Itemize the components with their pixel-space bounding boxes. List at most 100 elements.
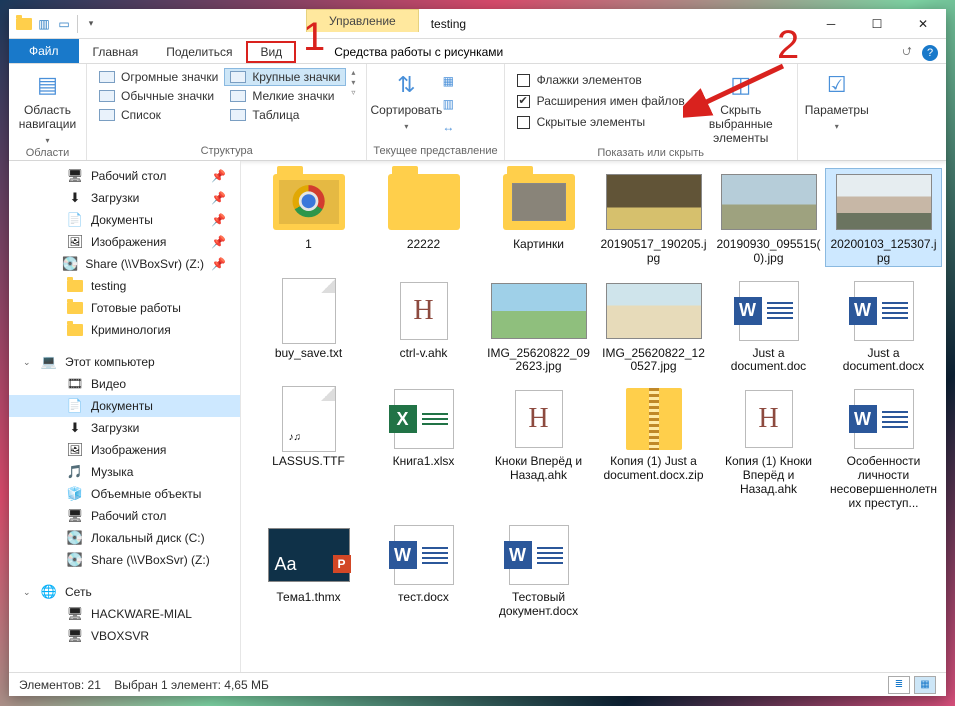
file-name: 20200103_125307.jpg bbox=[826, 238, 941, 266]
file-thumb bbox=[836, 169, 932, 235]
maximize-button[interactable]: ☐ bbox=[854, 9, 900, 38]
pin-icon: 📌 bbox=[211, 191, 234, 205]
ribbon-tabs: Файл Главная Поделиться Вид Средства раб… bbox=[9, 39, 946, 64]
nav-item[interactable]: 💽Share (\\VBoxSvr) (Z:) bbox=[9, 549, 240, 571]
tab-share[interactable]: Поделиться bbox=[152, 41, 246, 63]
file-tile[interactable]: IMG_25620822_120527.jpg bbox=[596, 278, 711, 375]
nav-item[interactable]: 🖼Изображения bbox=[9, 439, 240, 461]
group-label-show: Показать или скрыть bbox=[511, 145, 791, 162]
layout-small[interactable]: Мелкие значки bbox=[224, 87, 346, 105]
file-tile[interactable]: AaPТема1.thmx bbox=[251, 522, 366, 619]
nav-label: Загрузки bbox=[91, 191, 139, 205]
expand-icon[interactable]: ⌄ bbox=[23, 587, 33, 598]
navigation-pane-button[interactable]: ▤ Область навигации ▾ bbox=[15, 66, 80, 145]
layout-table[interactable]: Таблица bbox=[224, 106, 346, 124]
folder-icon[interactable] bbox=[15, 13, 33, 35]
check-file-extensions[interactable]: ✔Расширения имен файлов bbox=[511, 91, 691, 111]
nav-item[interactable]: 🖥Рабочий стол bbox=[9, 505, 240, 527]
navigation-tree[interactable]: 🖥Рабочий стол📌⬇Загрузки📌📄Документы📌🖼Изоб… bbox=[9, 161, 241, 672]
file-tile[interactable]: WТестовый документ.docx bbox=[481, 522, 596, 619]
nav-item[interactable]: Криминология bbox=[9, 319, 240, 341]
file-tile[interactable]: Копия (1) Just a document.docx.zip bbox=[596, 386, 711, 510]
props-icon[interactable]: ▥ bbox=[35, 13, 53, 35]
nav-item[interactable]: 📄Документы bbox=[9, 395, 240, 417]
file-tile[interactable]: IMG_25620822_092623.jpg bbox=[481, 278, 596, 375]
layout-normal[interactable]: Обычные значки bbox=[93, 87, 224, 105]
nav-item[interactable]: 🧊Объемные объекты bbox=[9, 483, 240, 505]
file-tile[interactable]: Картинки bbox=[481, 169, 596, 266]
group-by-icon[interactable]: ▦ bbox=[439, 70, 457, 92]
file-tile[interactable]: 20190930_095515(0).jpg bbox=[711, 169, 826, 266]
layout-huge[interactable]: Огромные значки bbox=[93, 68, 224, 86]
nav-item[interactable]: 💽Share (\\VBoxSvr) (Z:)📌 bbox=[9, 253, 240, 275]
expand-icon[interactable]: ⌄ bbox=[23, 357, 33, 368]
tab-file[interactable]: Файл bbox=[9, 39, 79, 63]
file-thumb: ♪♫ bbox=[261, 386, 357, 452]
close-button[interactable]: ✕ bbox=[900, 9, 946, 38]
nav-label: Загрузки bbox=[91, 421, 139, 435]
nav-item[interactable]: 🖥HACKWARE-MIAL bbox=[9, 603, 240, 625]
file-tile[interactable]: HКноки Вперёд и Назад.ahk bbox=[481, 386, 596, 510]
nav-item[interactable]: 💽Локальный диск (C:) bbox=[9, 527, 240, 549]
nav-item[interactable]: ⬇Загрузки📌 bbox=[9, 187, 240, 209]
file-tile[interactable]: WJust a document.docx bbox=[826, 278, 941, 375]
nav-item[interactable]: 🎞Видео bbox=[9, 373, 240, 395]
file-thumb: W bbox=[721, 278, 817, 344]
contextual-tab[interactable]: Управление bbox=[306, 9, 419, 32]
nav-item[interactable]: 🎵Музыка bbox=[9, 461, 240, 483]
check-hidden-items[interactable]: Скрытые элементы bbox=[511, 112, 691, 132]
file-tile[interactable]: Hctrl-v.ahk bbox=[366, 278, 481, 375]
nav-item[interactable]: ⬇Загрузки bbox=[9, 417, 240, 439]
file-tile[interactable]: 1 bbox=[251, 169, 366, 266]
layout-list[interactable]: Список bbox=[93, 106, 224, 124]
thumbnails-view-button[interactable]: ▦ bbox=[914, 676, 936, 694]
nav-label: Сеть bbox=[65, 585, 92, 599]
file-tile[interactable]: ♪♫LASSUS.TTF bbox=[251, 386, 366, 510]
size-columns-icon[interactable]: ↔ bbox=[439, 116, 457, 138]
file-tile[interactable]: XКнига1.xlsx bbox=[366, 386, 481, 510]
file-name: Книга1.xlsx bbox=[390, 455, 458, 469]
paste-icon[interactable]: ▭ bbox=[55, 13, 73, 35]
file-tile[interactable]: Wтест.docx bbox=[366, 522, 481, 619]
file-tile[interactable]: 20200103_125307.jpg bbox=[826, 169, 941, 266]
check-item-checkboxes[interactable]: Флажки элементов bbox=[511, 70, 691, 90]
nav-item[interactable]: ⌄ 🌐 Сеть bbox=[9, 581, 240, 603]
add-column-icon[interactable]: ▥ bbox=[439, 93, 457, 115]
nav-item[interactable]: 🖥Рабочий стол📌 bbox=[9, 165, 240, 187]
nav-item[interactable]: 🖼Изображения📌 bbox=[9, 231, 240, 253]
layout-more-icon[interactable]: ▿ bbox=[351, 88, 355, 97]
file-tile[interactable]: WJust a document.doc bbox=[711, 278, 826, 375]
nav-item[interactable]: 🖥VBOXSVR bbox=[9, 625, 240, 647]
nav-item[interactable]: testing bbox=[9, 275, 240, 297]
tab-view[interactable]: Вид bbox=[246, 41, 296, 63]
file-list[interactable]: 122222Картинки20190517_190205.jpg2019093… bbox=[241, 161, 946, 672]
file-tile[interactable]: HКопия (1) Кноки Вперёд и Назад.ahk bbox=[711, 386, 826, 510]
hide-selected-button[interactable]: ◫ Скрыть выбранные элементы bbox=[691, 66, 791, 145]
file-tile[interactable]: 22222 bbox=[366, 169, 481, 266]
theme-icon: AaP bbox=[268, 528, 350, 582]
minimize-button[interactable]: ─ bbox=[808, 9, 854, 38]
sort-button[interactable]: ⇅ Сортировать ▾ bbox=[373, 66, 439, 131]
qat-dropdown-icon[interactable]: ▾ bbox=[82, 13, 100, 35]
file-tile[interactable]: buy_save.txt bbox=[251, 278, 366, 375]
options-icon: ☑ bbox=[820, 70, 854, 100]
file-tile[interactable]: 20190517_190205.jpg bbox=[596, 169, 711, 266]
nav-label: Рабочий стол bbox=[91, 169, 166, 183]
layout-up-icon[interactable]: ▴ bbox=[351, 68, 355, 77]
nav-item[interactable]: ⌄💻Этот компьютер bbox=[9, 351, 240, 373]
layout-large[interactable]: Крупные значки bbox=[224, 68, 346, 86]
options-button[interactable]: ☑ Параметры ▾ bbox=[804, 66, 870, 131]
details-view-button[interactable]: ≣ bbox=[888, 676, 910, 694]
help-icon[interactable]: ? bbox=[922, 45, 938, 61]
net-icon: 🌐 bbox=[40, 584, 58, 600]
nav-item[interactable]: 📄Документы📌 bbox=[9, 209, 240, 231]
nav-item[interactable]: Готовые работы bbox=[9, 297, 240, 319]
status-selection: Выбран 1 элемент: 4,65 МБ bbox=[114, 678, 269, 692]
tab-home[interactable]: Главная bbox=[79, 41, 153, 63]
layout-down-icon[interactable]: ▾ bbox=[351, 78, 355, 87]
tab-picture-tools[interactable]: Средства работы с рисунками bbox=[320, 41, 517, 63]
pc-icon: 💻 bbox=[40, 354, 58, 370]
file-tile[interactable]: WОсобенности личности несовершеннолетних… bbox=[826, 386, 941, 510]
status-count: Элементов: 21 bbox=[19, 678, 101, 692]
minimize-ribbon-icon[interactable]: ⮍ bbox=[902, 42, 912, 63]
